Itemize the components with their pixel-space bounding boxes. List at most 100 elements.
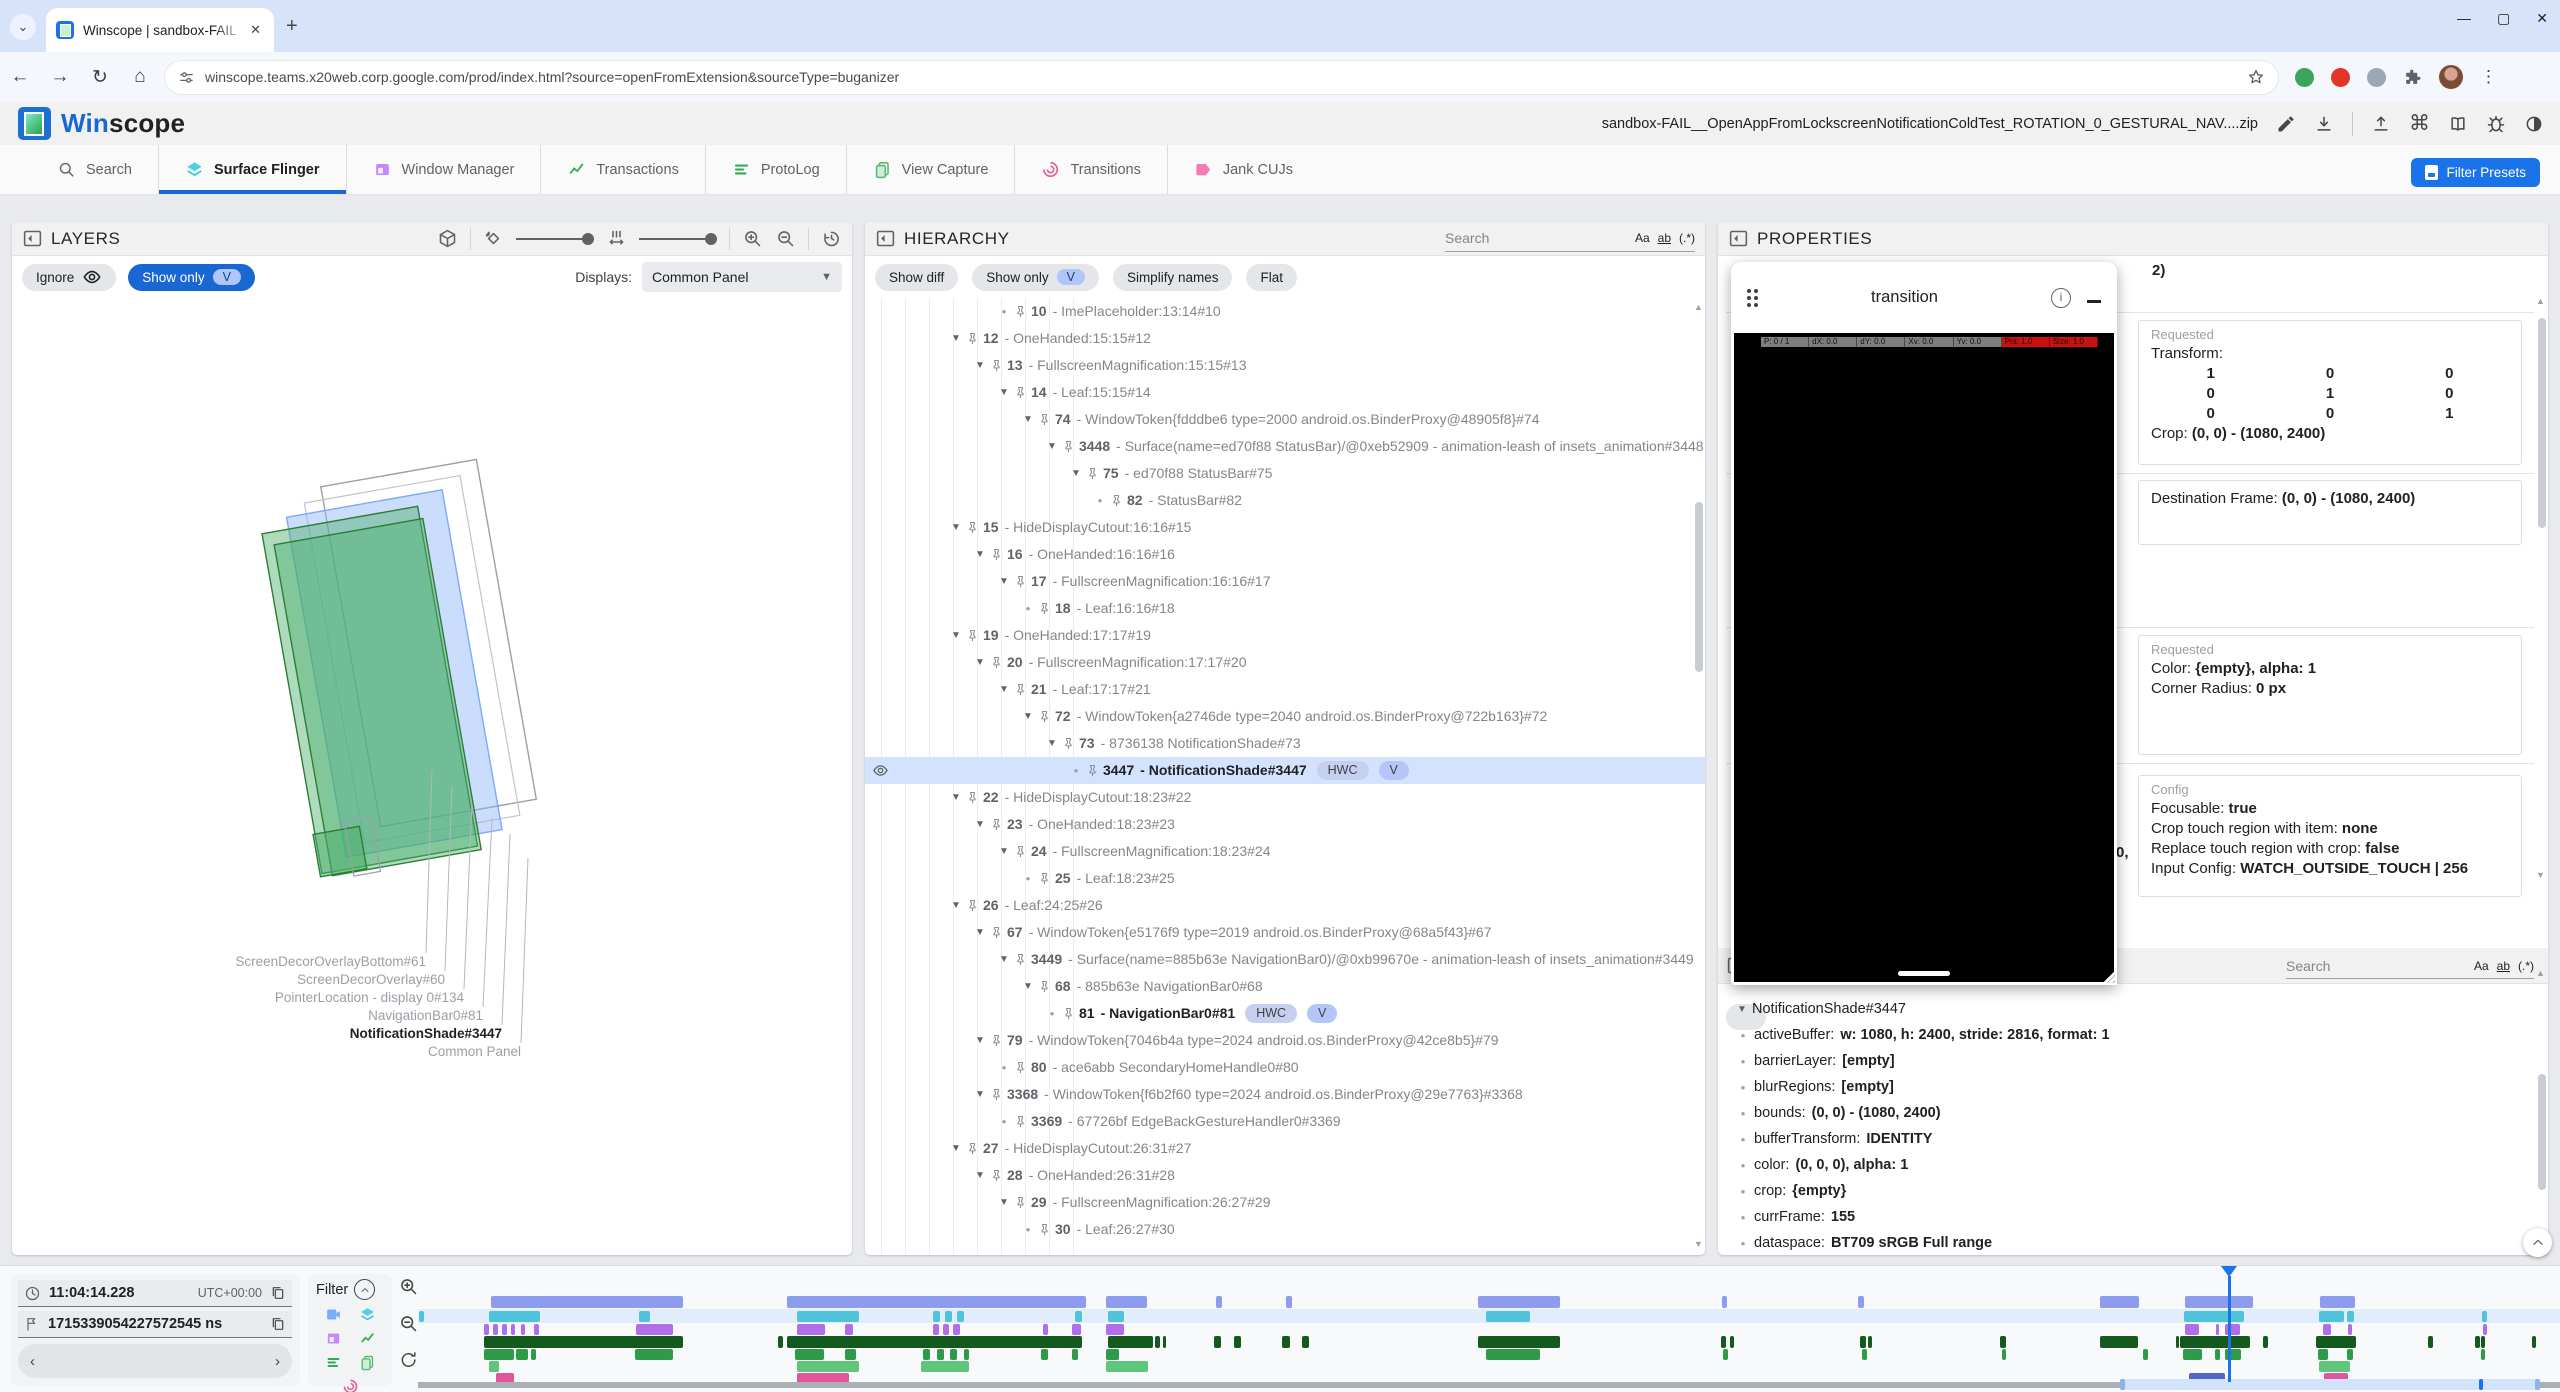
pin-icon[interactable] [989,925,1004,940]
hierarchy-node-80[interactable]: ●80- ace6abb SecondaryHomeHandle0#80 [865,1054,1705,1081]
expand-arrow-icon[interactable]: ▼ [1019,977,1037,996]
trace-entry-segment[interactable] [511,1324,515,1335]
report-bug-icon[interactable] [2486,114,2506,134]
trace-entry-segment[interactable] [1216,1296,1222,1308]
show-only-visible-chip[interactable]: Show only V [128,264,255,291]
hierarchy-node-73[interactable]: ▼73- 8736138 NotificationShade#73 [865,730,1705,757]
transition-overlay-window[interactable]: transition i P: 0 / 1dX: 0.0dY: 0.0Xv: 0… [1731,262,2117,985]
trace-entry-segment[interactable] [923,1349,930,1360]
collapse-panel-icon[interactable] [1728,228,1749,249]
expand-arrow-icon[interactable]: ▼ [971,923,989,942]
trace-entry-segment[interactable] [1072,1324,1081,1335]
leaf-bullet-icon[interactable]: ● [1019,869,1037,888]
bookmark-star-icon[interactable] [2247,68,2265,86]
previous-frame-icon[interactable]: ‹ [30,1353,35,1370]
pin-icon[interactable] [1013,1060,1028,1075]
collapse-panel-icon[interactable] [875,228,896,249]
timeline-zoom-reset-icon[interactable] [399,1350,419,1370]
pin-icon[interactable] [1013,1114,1028,1129]
layer-label[interactable]: PointerLocation - display 0#134 [275,990,465,1005]
trace-entry-segment[interactable] [950,1349,957,1360]
trace-entry-segment[interactable] [636,1324,673,1335]
hierarchy-node-3447[interactable]: ●3447- NotificationShade#3447HWCV [865,757,1705,784]
hierarchy-node-67[interactable]: ▼67- WindowToken{e5176f9 type=2019 andro… [865,919,1705,946]
trace-entry-segment[interactable] [2347,1311,2354,1322]
tab-window-manager[interactable]: Window Manager [347,145,542,194]
extension-gray-icon[interactable] [2367,68,2386,87]
expand-arrow-icon[interactable]: ▼ [971,1166,989,1185]
trace-entry-segment[interactable] [1106,1361,1148,1372]
hierarchy-node-29[interactable]: ▼29- FullscreenMagnification:26:27#29 [865,1189,1705,1216]
trace-entry-segment[interactable] [484,1324,489,1335]
trace-entry-segment[interactable] [957,1311,964,1322]
copy-icon[interactable] [270,1316,286,1332]
trace-entry-segment[interactable] [964,1349,969,1360]
trace-entry-segment[interactable] [2002,1349,2006,1360]
pin-icon[interactable] [1013,304,1028,319]
expand-arrow-icon[interactable]: ▼ [1732,1004,1752,1015]
pin-icon[interactable] [1109,493,1124,508]
hierarchy-node-10[interactable]: ●10- ImePlaceholder:13:14#10 [865,298,1705,325]
site-settings-icon[interactable] [178,69,195,86]
node-visibility-toggle[interactable] [872,762,889,779]
hierarchy-node-17[interactable]: ▼17- FullscreenMagnification:16:16#17 [865,568,1705,595]
trace-entry-segment[interactable] [953,1324,960,1335]
trace-entry-segment[interactable] [1302,1336,1309,1348]
trace-entry-segment[interactable] [1163,1336,1166,1348]
scroll-up-icon[interactable]: ▲ [2535,968,2546,978]
hierarchy-node-68[interactable]: ▼68- 885b63e NavigationBar0#68 [865,973,1705,1000]
forward-icon[interactable]: → [40,66,80,88]
displays-select[interactable]: Common Panel ▼ [642,262,842,292]
expand-arrow-icon[interactable]: ▼ [971,1031,989,1050]
hierarchy-node-25[interactable]: ●25- Leaf:18:23#25 [865,865,1705,892]
trace-entry-segment[interactable] [1730,1336,1734,1348]
trace-entry-segment[interactable] [2319,1361,2350,1372]
shortcuts-command-icon[interactable]: ⌘ [2409,111,2430,136]
leaf-bullet-icon[interactable]: ● [1019,599,1037,618]
hierarchy-node-16[interactable]: ▼16- OneHanded:16:16#16 [865,541,1705,568]
property-item[interactable]: ●barrierLayer:[empty] [1718,1048,2534,1074]
layer-spacing-icon[interactable] [606,228,627,249]
pin-icon[interactable] [1037,1222,1052,1237]
property-item[interactable]: ●bounds:(0, 0) - (1080, 2400) [1718,1100,2534,1126]
expand-arrow-icon[interactable]: ▼ [971,653,989,672]
trace-entry-segment[interactable] [521,1324,525,1335]
layer-label[interactable]: ScreenDecorOverlayBottom#61 [235,954,426,969]
pin-icon[interactable] [965,520,980,535]
leaf-bullet-icon[interactable]: ● [995,1112,1013,1131]
layers-3d-canvas[interactable]: ScreenDecorOverlayBottom#61 ScreenDecorO… [12,298,852,1255]
trace-entry-segment[interactable] [1043,1324,1048,1335]
pin-icon[interactable] [965,790,980,805]
window-close-icon[interactable]: ✕ [2536,10,2548,27]
window-minimize-icon[interactable]: — [2457,10,2471,27]
collapse-panel-icon[interactable] [22,228,43,249]
trace-entry-segment[interactable] [2318,1349,2328,1360]
property-item[interactable]: ●color:(0, 0, 0), alpha: 1 [1718,1152,2534,1178]
expand-arrow-icon[interactable]: ▼ [995,842,1013,861]
minimize-overlay-icon[interactable] [2087,300,2101,303]
regex-icon[interactable]: (.*) [1679,231,1695,245]
hierarchy-node-23[interactable]: ▼23- OneHanded:18:23#23 [865,811,1705,838]
timeline-tracks[interactable] [418,1266,2560,1392]
trace-entry-segment[interactable] [845,1349,856,1360]
trace-entry-segment[interactable] [2481,1349,2485,1360]
pin-icon[interactable] [1061,736,1076,751]
expand-arrow-icon[interactable]: ▼ [1043,734,1061,753]
hierarchy-node-75[interactable]: ▼75- ed70f88 StatusBar#75 [865,460,1705,487]
hierarchy-node-26[interactable]: ▼26- Leaf:24:25#26 [865,892,1705,919]
trace-entry-segment[interactable] [2100,1296,2139,1308]
pin-icon[interactable] [989,358,1004,373]
leaf-bullet-icon[interactable]: ● [1043,1004,1061,1023]
scroll-down-icon[interactable]: ▼ [1693,1239,1704,1249]
documentation-book-icon[interactable] [2448,114,2468,134]
collapse-filter-icon[interactable] [354,1279,375,1300]
hierarchy-node-72[interactable]: ▼72- WindowToken{a2746de type=2040 andro… [865,703,1705,730]
timestamp-field[interactable]: 11:04:14.228 UTC+00:00 [18,1280,292,1307]
trace-entry-segment[interactable] [491,1296,683,1308]
pin-icon[interactable] [1037,871,1052,886]
trace-entry-segment[interactable] [1868,1336,1872,1348]
pin-icon[interactable] [965,628,980,643]
trace-entry-segment[interactable] [2184,1311,2244,1322]
hierarchy-node-12[interactable]: ▼12- OneHanded:15:15#12 [865,325,1705,352]
trace-entry-segment[interactable] [2319,1311,2344,1322]
